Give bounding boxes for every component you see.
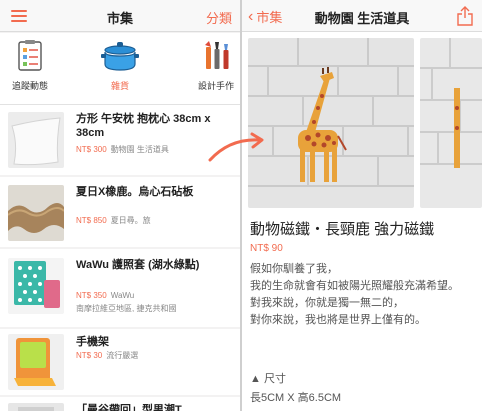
- store-title: 動物園 生活道具: [314, 11, 410, 26]
- product-price: NT$ 350: [76, 291, 107, 300]
- market-screen: 市集 分類 追蹤動態 雜貨 設計手作 方形 午安枕 抱枕心 38cm x 38c…: [0, 0, 240, 411]
- list-item[interactable]: 方形 午安枕 抱枕心 38cm x 38cm NT$ 300 動物園 生活道具: [0, 105, 240, 175]
- list-item[interactable]: WaWu 護照套 (湖水綠點) NT$ 350 WaWu 南摩拉維亞地區, 捷克共…: [0, 249, 240, 327]
- product-photo-next: [420, 38, 482, 208]
- product-meta: NT$ 30 流行嚴選: [76, 350, 138, 361]
- brushes-icon: [205, 41, 229, 69]
- product-thumbnail: [8, 185, 64, 241]
- category-bar: 追蹤動態 雜貨 設計手作: [0, 33, 240, 105]
- category-label: 追蹤動態: [11, 81, 48, 91]
- product-thumbnail: [8, 258, 64, 314]
- store-name: 流行嚴選: [106, 351, 139, 360]
- category-label: 設計手作: [197, 81, 234, 91]
- product-title: 「曼谷帶回」型男潮T: [76, 404, 182, 411]
- product-detail-screen: ‹ 市集 動物園 生活道具 動物磁鐵・長頸鹿 強力磁鐵 NT$ 90 假如你馴養…: [242, 0, 482, 411]
- product-meta: NT$ 850 夏日尋。旅: [76, 215, 151, 226]
- product-thumbnail: [8, 112, 64, 168]
- category-following[interactable]: 追蹤動態: [0, 39, 60, 92]
- description-line: 對我來說，你就是獨一無二的，: [250, 297, 404, 309]
- chevron-left-icon: ‹: [248, 7, 254, 25]
- product-price: NT$ 850: [76, 216, 107, 225]
- product-price: NT$ 30: [76, 351, 103, 360]
- detail-navbar: ‹ 市集 動物園 生活道具: [242, 0, 482, 32]
- product-description: 假如你馴養了我， 我的生命就會有如被陽光照耀般充滿希望。 對我來說，你就是獨一無…: [250, 261, 476, 329]
- store-location: 南摩拉維亞地區, 捷克共和國: [76, 304, 177, 313]
- spec-value: 長5CM X 高6.5CM: [250, 392, 342, 404]
- description-line: 假如你馴養了我，: [250, 263, 338, 275]
- product-meta: NT$ 300 動物園 生活道具: [76, 144, 169, 155]
- product-title: 方形 午安枕 抱枕心 38cm x 38cm: [76, 113, 211, 139]
- checklist-icon: [18, 40, 42, 71]
- store-name: WaWu: [110, 291, 135, 300]
- product-meta: NT$ 350 WaWu: [76, 291, 134, 300]
- category-groceries[interactable]: 雜貨: [90, 39, 150, 92]
- list-item[interactable]: 夏日X橡鹿。烏心石砧板 NT$ 850 夏日尋。旅: [0, 177, 240, 247]
- category-design-handmade[interactable]: 設計手作: [186, 39, 240, 92]
- product-title: 手機架: [76, 336, 109, 348]
- product-thumbnail: [8, 403, 64, 411]
- product-gallery[interactable]: [242, 38, 482, 208]
- product-thumbnail: [8, 334, 64, 390]
- product-title: WaWu 護照套 (湖水綠點): [76, 259, 200, 271]
- description-line: 對你來說，我也將是世界上僅有的。: [250, 314, 426, 326]
- product-price: NT$ 90: [250, 243, 283, 254]
- category-label: 雜貨: [110, 81, 129, 91]
- list-item[interactable]: 「曼谷帶回」型男潮T: [0, 397, 240, 411]
- categories-button[interactable]: 分類: [206, 8, 232, 27]
- product-price: NT$ 300: [76, 145, 107, 154]
- list-item[interactable]: 手機架 NT$ 30 流行嚴選: [0, 329, 240, 395]
- pot-icon: [101, 42, 139, 71]
- market-navbar: 市集 分類: [0, 0, 240, 32]
- page-title: 市集: [106, 11, 133, 26]
- product-photo: [248, 38, 414, 208]
- store-name: 動物園 生活道具: [110, 145, 169, 154]
- store-name: 夏日尋。旅: [110, 216, 151, 225]
- product-title: 動物磁鐵・長頸鹿 強力磁鐵: [250, 221, 435, 238]
- spec-title: ▲ 尺寸: [250, 373, 286, 385]
- product-title: 夏日X橡鹿。烏心石砧板: [76, 186, 194, 198]
- description-line: 我的生命就會有如被陽光照耀般充滿希望。: [250, 280, 459, 292]
- share-icon[interactable]: [456, 6, 474, 26]
